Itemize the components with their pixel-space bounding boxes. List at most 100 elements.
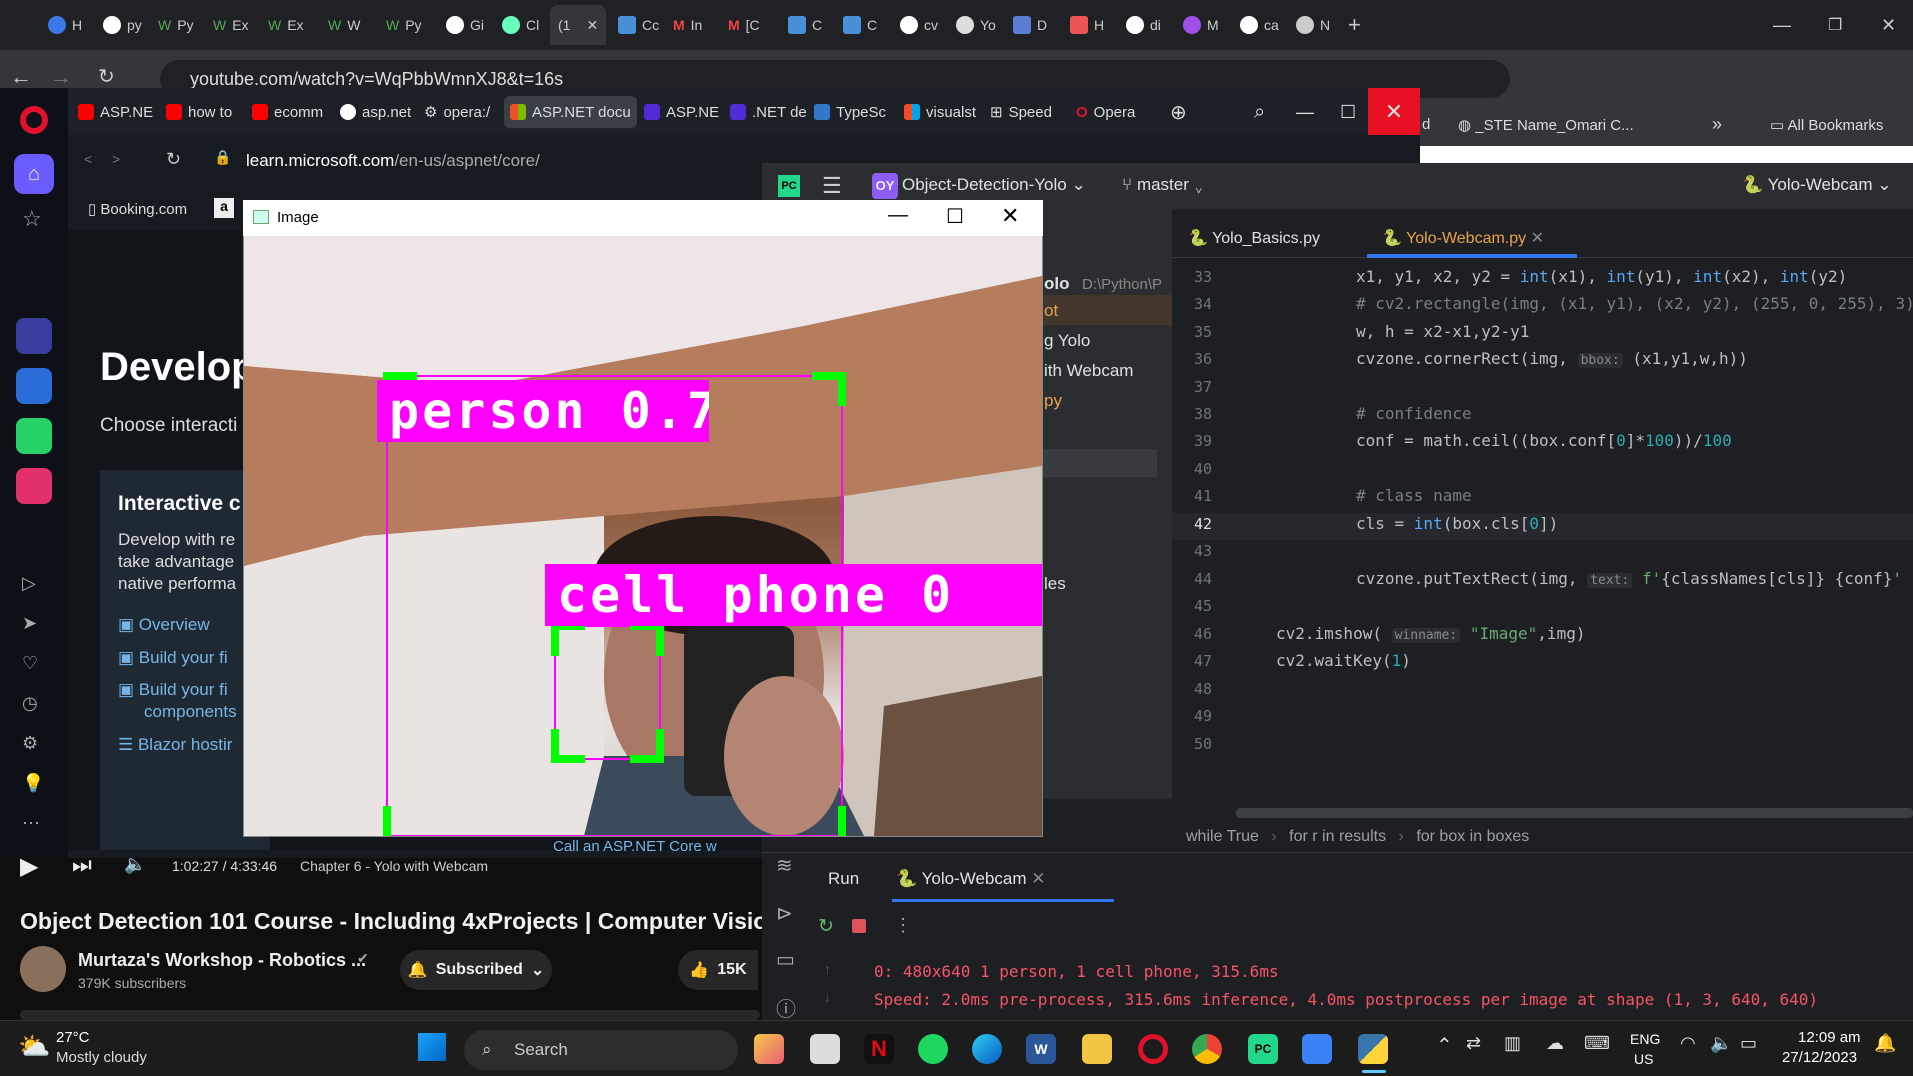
windows-start-icon[interactable] bbox=[418, 1033, 446, 1061]
run-tab[interactable]: Run bbox=[828, 869, 859, 889]
maximize-button[interactable]: ☐ bbox=[946, 204, 964, 229]
channel-name[interactable]: Murtaza's Workshop - Robotics ... bbox=[78, 950, 366, 971]
run-config-selector[interactable]: 🐍 Yolo-Webcam ⌄ bbox=[1742, 175, 1891, 195]
opera-tab[interactable]: asp.net bbox=[334, 96, 417, 128]
chrome-tab[interactable]: W Py bbox=[150, 10, 202, 40]
hamburger-menu-icon[interactable]: ☰ bbox=[822, 173, 842, 199]
chrome-tab[interactable]: M bbox=[1175, 10, 1227, 40]
chrome-tab[interactable]: py bbox=[95, 10, 150, 40]
opera-tab[interactable]: ⚙ opera:/ bbox=[418, 96, 496, 128]
opera-address-bar[interactable]: learn.microsoft.com/en-us/aspnet/core/ bbox=[246, 151, 540, 171]
file-explorer-icon[interactable] bbox=[1082, 1034, 1112, 1064]
search-icon[interactable]: ⌕ bbox=[1248, 96, 1271, 128]
chrome-tab[interactable]: di bbox=[1118, 10, 1169, 40]
clock-time[interactable]: 12:09 am bbox=[1798, 1029, 1861, 1046]
chrome-tab[interactable]: N bbox=[1288, 10, 1338, 40]
chrome-tab[interactable]: cv bbox=[892, 10, 946, 40]
close-window-button[interactable]: ✕ bbox=[1368, 88, 1420, 135]
battery-icon[interactable]: ▭ bbox=[1740, 1033, 1757, 1054]
close-icon[interactable]: ✕ bbox=[1031, 869, 1045, 888]
amazon-icon[interactable]: a bbox=[214, 198, 234, 218]
chevron-right-icon[interactable]: » bbox=[1712, 114, 1722, 135]
chrome-tab[interactable]: W Ex bbox=[260, 10, 312, 40]
chrome-tab[interactable]: D bbox=[1005, 10, 1055, 40]
breadcrumb-item[interactable]: for box in boxes bbox=[1416, 828, 1529, 845]
opera-logo-icon[interactable] bbox=[20, 106, 48, 134]
close-window-button[interactable]: ✕ bbox=[1873, 10, 1904, 40]
clock-date[interactable]: 27/12/2023 bbox=[1782, 1049, 1857, 1066]
instagram-icon[interactable] bbox=[16, 468, 52, 504]
bookmark-item[interactable]: ◍ _STE Name_Omari C... bbox=[1458, 116, 1634, 134]
close-icon[interactable]: ✕ bbox=[1531, 230, 1544, 247]
star-icon[interactable]: ☆ bbox=[22, 206, 42, 232]
minimize-button[interactable]: — bbox=[1290, 96, 1320, 128]
python-icon[interactable] bbox=[1358, 1034, 1388, 1064]
chrome-tab[interactable]: M In bbox=[665, 10, 710, 40]
chrome-tab[interactable]: WW bbox=[320, 10, 368, 40]
whatsapp-icon[interactable] bbox=[16, 418, 52, 454]
opera-tab[interactable]: visualst bbox=[898, 96, 982, 128]
chrome-tab[interactable]: Cl bbox=[494, 10, 547, 40]
messenger-icon[interactable] bbox=[16, 368, 52, 404]
more-vertical-icon[interactable]: ⋮ bbox=[894, 915, 912, 936]
chrome-tab[interactable]: C bbox=[780, 10, 830, 40]
terminal-icon[interactable]: ▭ bbox=[776, 947, 795, 972]
weather-icon[interactable]: ⛅ bbox=[18, 1031, 50, 1062]
chrome-tab[interactable]: ca bbox=[1232, 10, 1287, 40]
minimize-button[interactable]: — bbox=[888, 204, 908, 227]
notifications-icon[interactable]: 🔔 bbox=[1874, 1033, 1896, 1054]
like-button[interactable]: 👍 15K bbox=[678, 950, 758, 990]
opera-tab[interactable]: O Opera bbox=[1070, 96, 1141, 128]
scroll-up-icon[interactable]: ↑ bbox=[824, 961, 831, 977]
problems-icon[interactable]: ⓘ bbox=[776, 993, 796, 1022]
chrome-tab[interactable]: W Ex bbox=[205, 10, 257, 40]
wifi-icon[interactable]: ◠ bbox=[1680, 1033, 1696, 1054]
lang-secondary[interactable]: US bbox=[1634, 1051, 1653, 1067]
send-icon[interactable]: ➤ bbox=[22, 613, 37, 634]
tree-item[interactable]: ot bbox=[1044, 301, 1058, 321]
spotify-icon[interactable] bbox=[918, 1034, 948, 1064]
pycharm-icon[interactable]: PC bbox=[1248, 1034, 1278, 1064]
layers-icon[interactable]: ≋ bbox=[776, 853, 793, 878]
tree-item[interactable]: les bbox=[1044, 574, 1066, 594]
chrome-tab[interactable]: H bbox=[40, 10, 90, 40]
reload-icon[interactable]: ↻ bbox=[166, 149, 181, 170]
rerun-icon[interactable]: ↻ bbox=[818, 915, 834, 938]
pycharm-logo-icon[interactable]: PC bbox=[778, 175, 800, 197]
chevron-up-icon[interactable]: ⌃ bbox=[1436, 1033, 1453, 1058]
footer-link[interactable]: Call an ASP.NET Core w bbox=[553, 838, 717, 855]
file-tab[interactable]: 🐍 Yolo_Basics.py bbox=[1188, 228, 1320, 248]
chrome-tab[interactable]: Yo bbox=[948, 10, 1004, 40]
aria-icon[interactable] bbox=[16, 318, 52, 354]
breadcrumb-item[interactable]: while True bbox=[1186, 828, 1259, 845]
chrome-icon[interactable] bbox=[1192, 1034, 1222, 1064]
chrome-tab[interactable]: H bbox=[1062, 10, 1112, 40]
card-link-overview[interactable]: ▣ Overview bbox=[118, 615, 210, 635]
run-config-tab[interactable]: 🐍 Yolo-Webcam ✕ bbox=[896, 869, 1045, 889]
card-link-continued[interactable]: components bbox=[144, 702, 237, 722]
opera-tab[interactable]: TypeSc bbox=[808, 96, 892, 128]
card-link[interactable]: ☰ Blazor hostir bbox=[118, 735, 232, 755]
maximize-button[interactable]: ❐ bbox=[1820, 10, 1850, 40]
history-icon[interactable]: ◷ bbox=[22, 693, 38, 714]
tree-item[interactable]: py bbox=[1044, 391, 1062, 411]
home-icon[interactable]: ⌂ bbox=[14, 154, 54, 194]
netflix-icon[interactable]: N bbox=[864, 1034, 894, 1064]
back-arrow-icon[interactable]: ← bbox=[10, 64, 32, 90]
chrome-tab[interactable]: C bbox=[835, 10, 885, 40]
services-icon[interactable]: ⊳ bbox=[776, 901, 793, 926]
stop-icon[interactable] bbox=[852, 919, 866, 933]
heart-icon[interactable]: ♡ bbox=[22, 653, 38, 674]
new-tab-button[interactable]: + bbox=[1340, 10, 1369, 40]
close-icon[interactable]: ✕ bbox=[586, 17, 598, 34]
back-arrow-icon[interactable]: < bbox=[84, 151, 92, 167]
chrome-tab-active[interactable]: (1 ✕ bbox=[550, 5, 607, 45]
forward-arrow-icon[interactable]: > bbox=[112, 151, 120, 167]
subscribed-button[interactable]: 🔔 Subscribed ⌄ bbox=[400, 950, 552, 990]
scroll-down-icon[interactable]: ↓ bbox=[824, 989, 831, 1005]
opera-tab[interactable]: ASP.NE bbox=[638, 96, 725, 128]
horizontal-scrollbar[interactable] bbox=[1236, 808, 1913, 818]
tree-item[interactable]: ith Webcam bbox=[1044, 361, 1133, 381]
lightbulb-icon[interactable]: 💡 bbox=[22, 773, 44, 794]
tray-icon[interactable]: ▥ bbox=[1504, 1033, 1521, 1054]
